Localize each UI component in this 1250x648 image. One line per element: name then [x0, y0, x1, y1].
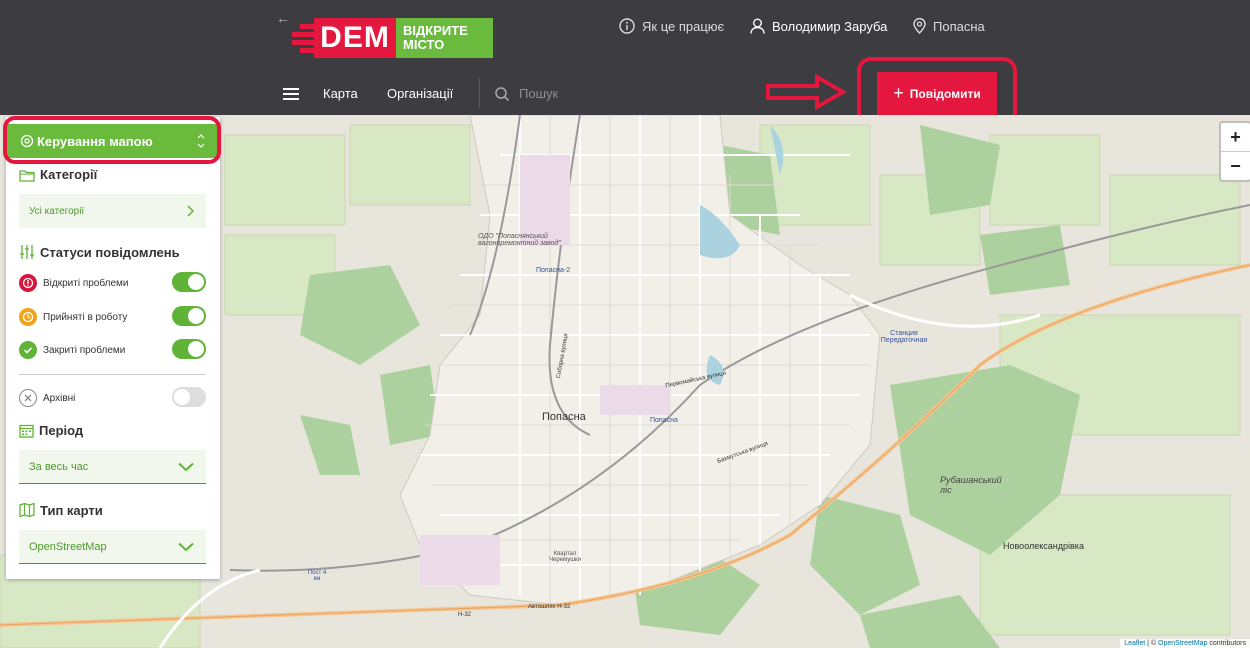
period-select[interactable]: За весь час	[19, 450, 206, 484]
status-row-in-progress: Прийняті в роботу	[19, 306, 206, 328]
status-row-archive: Архівні	[19, 387, 206, 409]
check-icon	[19, 341, 37, 359]
leaflet-link[interactable]: Leaflet	[1124, 640, 1145, 647]
attribution-sep: | ©	[1145, 640, 1159, 647]
logo-stripes	[292, 18, 316, 58]
plus-icon: +	[893, 83, 904, 103]
chevron-down-icon	[178, 542, 194, 551]
map-label-station2: Попасна-2	[536, 267, 571, 274]
search-input[interactable]	[517, 85, 721, 102]
status-label-closed: Закриті проблеми	[43, 344, 126, 356]
chevron-right-icon	[187, 205, 194, 217]
logo-main-text: DEM	[314, 18, 396, 58]
panel-header-highlight	[3, 116, 221, 164]
how-it-works-label: Як це працює	[642, 18, 725, 34]
toggle-open[interactable]	[172, 272, 206, 292]
toggle-archive[interactable]	[172, 387, 206, 407]
nav-divider	[479, 78, 480, 108]
nav-organizations[interactable]: Організації	[387, 86, 453, 101]
maptype-heading: Тип карти	[19, 502, 103, 518]
zoom-control: + −	[1219, 121, 1250, 182]
annotation-arrow-icon	[766, 74, 847, 110]
map-label-plant: ОДО "Попаснянський вагоноремонтний завод…	[478, 233, 561, 247]
user-name: Володимир Заруба	[772, 18, 888, 34]
city-selector[interactable]: Попасна	[913, 16, 985, 36]
calendar-icon	[19, 424, 34, 438]
period-heading: Період	[19, 423, 83, 438]
search-icon	[495, 86, 510, 101]
panel-divider	[19, 374, 206, 375]
categories-title: Категорії	[40, 167, 98, 182]
period-title: Період	[39, 423, 84, 438]
alert-icon	[19, 274, 37, 292]
folder-icon	[19, 169, 35, 182]
maptype-title: Тип карти	[40, 502, 103, 518]
status-label-open: Відкриті проблеми	[43, 277, 129, 289]
map-label-forest: Рубашанський ліс	[940, 475, 1002, 495]
how-it-works-link[interactable]: Як це працює	[619, 16, 724, 36]
status-label-in-progress: Прийняті в роботу	[43, 311, 128, 323]
zoom-out-button[interactable]: −	[1221, 152, 1250, 180]
maptype-select[interactable]: OpenStreetMap	[19, 530, 206, 564]
status-label-archive: Архівні	[43, 392, 76, 404]
map-label-village: Новоолександрівка	[1003, 541, 1084, 551]
statuses-title: Статуси повідомлень	[40, 244, 180, 260]
logo-sub-line2: МІСТО	[403, 37, 445, 52]
report-button-label: Повідомити	[909, 86, 981, 101]
city-name: Попасна	[933, 18, 985, 34]
zoom-in-button[interactable]: +	[1221, 123, 1250, 151]
app-header: ← DEM ВІДКРИТЕ МІСТО Як це працює Володи…	[0, 0, 1250, 132]
user-icon	[750, 18, 765, 34]
status-row-closed: Закриті проблеми	[19, 339, 206, 361]
map-control-panel: Керування мапою Категорії Усі категорії …	[6, 117, 220, 579]
user-profile-link[interactable]: Володимир Заруба	[750, 16, 887, 36]
map-attribution: Leaflet | © OpenStreetMap contributors	[1120, 639, 1250, 648]
logo-sub-text: ВІДКРИТЕ МІСТО	[396, 18, 493, 58]
attribution-tail: contributors	[1207, 640, 1246, 647]
map-icon	[19, 502, 35, 518]
archive-icon	[19, 389, 37, 407]
status-row-open: Відкриті проблеми	[19, 272, 206, 294]
categories-select[interactable]: Усі категорії	[19, 194, 206, 228]
map-label-district: Квартал Черемушки	[549, 551, 581, 563]
menu-icon[interactable]	[283, 88, 299, 100]
search-box[interactable]	[494, 85, 721, 102]
period-value: За весь час	[29, 460, 89, 473]
map-label-station1: Попасна	[650, 417, 678, 424]
maptype-value: OpenStreetMap	[29, 540, 107, 553]
info-icon	[619, 18, 635, 34]
categories-value: Усі категорії	[29, 205, 85, 217]
categories-heading: Категорії	[19, 167, 97, 182]
nav-map[interactable]: Карта	[323, 86, 358, 101]
map-label-city: Попасна	[542, 411, 586, 423]
logo-sub-line1: ВІДКРИТЕ	[403, 23, 468, 38]
back-arrow-icon[interactable]: ←	[276, 10, 290, 26]
chevron-down-icon	[178, 462, 194, 471]
location-pin-icon	[913, 18, 926, 34]
toggle-in-progress[interactable]	[172, 306, 206, 326]
sliders-icon	[20, 245, 34, 259]
map-label-road1: Автошлях Н-32	[528, 604, 571, 610]
map-label-station3: Станция Передаточная	[880, 330, 928, 344]
statuses-heading: Статуси повідомлень	[19, 244, 180, 260]
osm-link[interactable]: OpenStreetMap	[1158, 640, 1207, 647]
report-button[interactable]: + Повідомити	[877, 72, 997, 115]
clock-icon	[19, 308, 37, 326]
toggle-closed[interactable]	[172, 339, 206, 359]
map-label-road2: Н-32	[458, 612, 472, 618]
map-label-post: Пост 4 км	[307, 570, 327, 582]
